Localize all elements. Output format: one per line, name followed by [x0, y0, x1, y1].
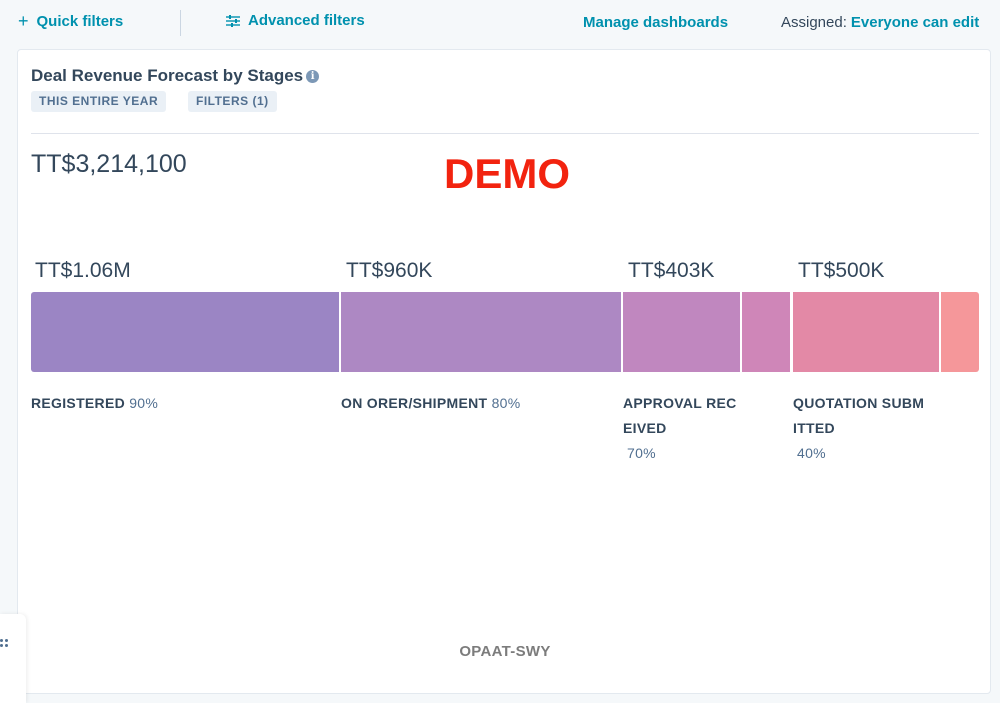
top-toolbar: + Quick filters Advanced filters Manage … [0, 0, 1000, 44]
manage-dashboards-link[interactable]: Manage dashboards [583, 14, 728, 31]
advanced-filters-label: Advanced filters [248, 12, 365, 29]
stage-amount-quotation: TT$500K [798, 259, 885, 282]
card-divider [31, 133, 979, 134]
total-value: TT$3,214,100 [31, 150, 187, 178]
demo-watermark: DEMO [444, 150, 570, 197]
stage-percent: 70% [627, 445, 656, 461]
stage-amount-registered: TT$1.06M [35, 259, 131, 282]
stage-bar-quotation-secondary[interactable] [941, 292, 979, 372]
grip-icon[interactable] [0, 639, 10, 647]
quick-filters-button[interactable]: + Quick filters [18, 12, 123, 30]
report-card: Deal Revenue Forecast by Stages i THIS E… [17, 49, 991, 694]
quick-filters-label: Quick filters [36, 12, 124, 30]
report-title-text: Deal Revenue Forecast by Stages [31, 66, 304, 85]
toolbar-divider [180, 10, 181, 36]
stage-bar-on-order[interactable] [341, 292, 621, 372]
assigned-label: Assigned: [781, 14, 847, 31]
stage-bar-approval-secondary[interactable] [742, 292, 790, 372]
report-title[interactable]: Deal Revenue Forecast by Stages i [31, 66, 320, 86]
stage-amount-on-order: TT$960K [346, 259, 433, 282]
stage-bar-quotation[interactable] [793, 292, 939, 372]
stage-name-line2: EIVED [623, 420, 667, 436]
stage-name: REGISTERED [31, 395, 126, 411]
stage-name-line2: ITTED [793, 420, 835, 436]
stage-amount-approval: TT$403K [628, 259, 715, 282]
date-range-tag[interactable]: THIS ENTIRE YEAR [31, 91, 167, 112]
sliders-icon [226, 14, 240, 27]
stage-bar-registered[interactable] [31, 292, 339, 372]
stage-name: ON ORER/SHIPMENT [341, 395, 488, 411]
stage-label-registered: REGISTERED 90% [31, 391, 158, 416]
advanced-filters-button[interactable]: Advanced filters [226, 12, 365, 29]
stage-label-approval: APPROVAL REC EIVED 70% [623, 391, 737, 466]
info-icon[interactable]: i [306, 69, 320, 83]
assigned-control: Assigned: Everyone can edit [781, 14, 979, 31]
stage-percent: 80% [491, 395, 521, 411]
stage-bar-approval[interactable] [623, 292, 740, 372]
stage-percent: 90% [129, 395, 159, 411]
plus-icon: + [18, 11, 29, 31]
footer-code: OPAAT-SWY [459, 643, 551, 660]
stage-name-line1: APPROVAL REC [623, 395, 737, 411]
stage-name-line1: QUOTATION SUBM [793, 395, 925, 411]
stage-label-on-order: ON ORER/SHIPMENT 80% [341, 391, 521, 416]
side-drag-widget[interactable] [0, 614, 26, 703]
stage-label-quotation: QUOTATION SUBM ITTED 40% [793, 391, 924, 466]
assigned-value-link[interactable]: Everyone can edit [851, 14, 979, 31]
stage-percent: 40% [797, 445, 826, 461]
filters-tag[interactable]: FILTERS (1) [188, 91, 277, 112]
